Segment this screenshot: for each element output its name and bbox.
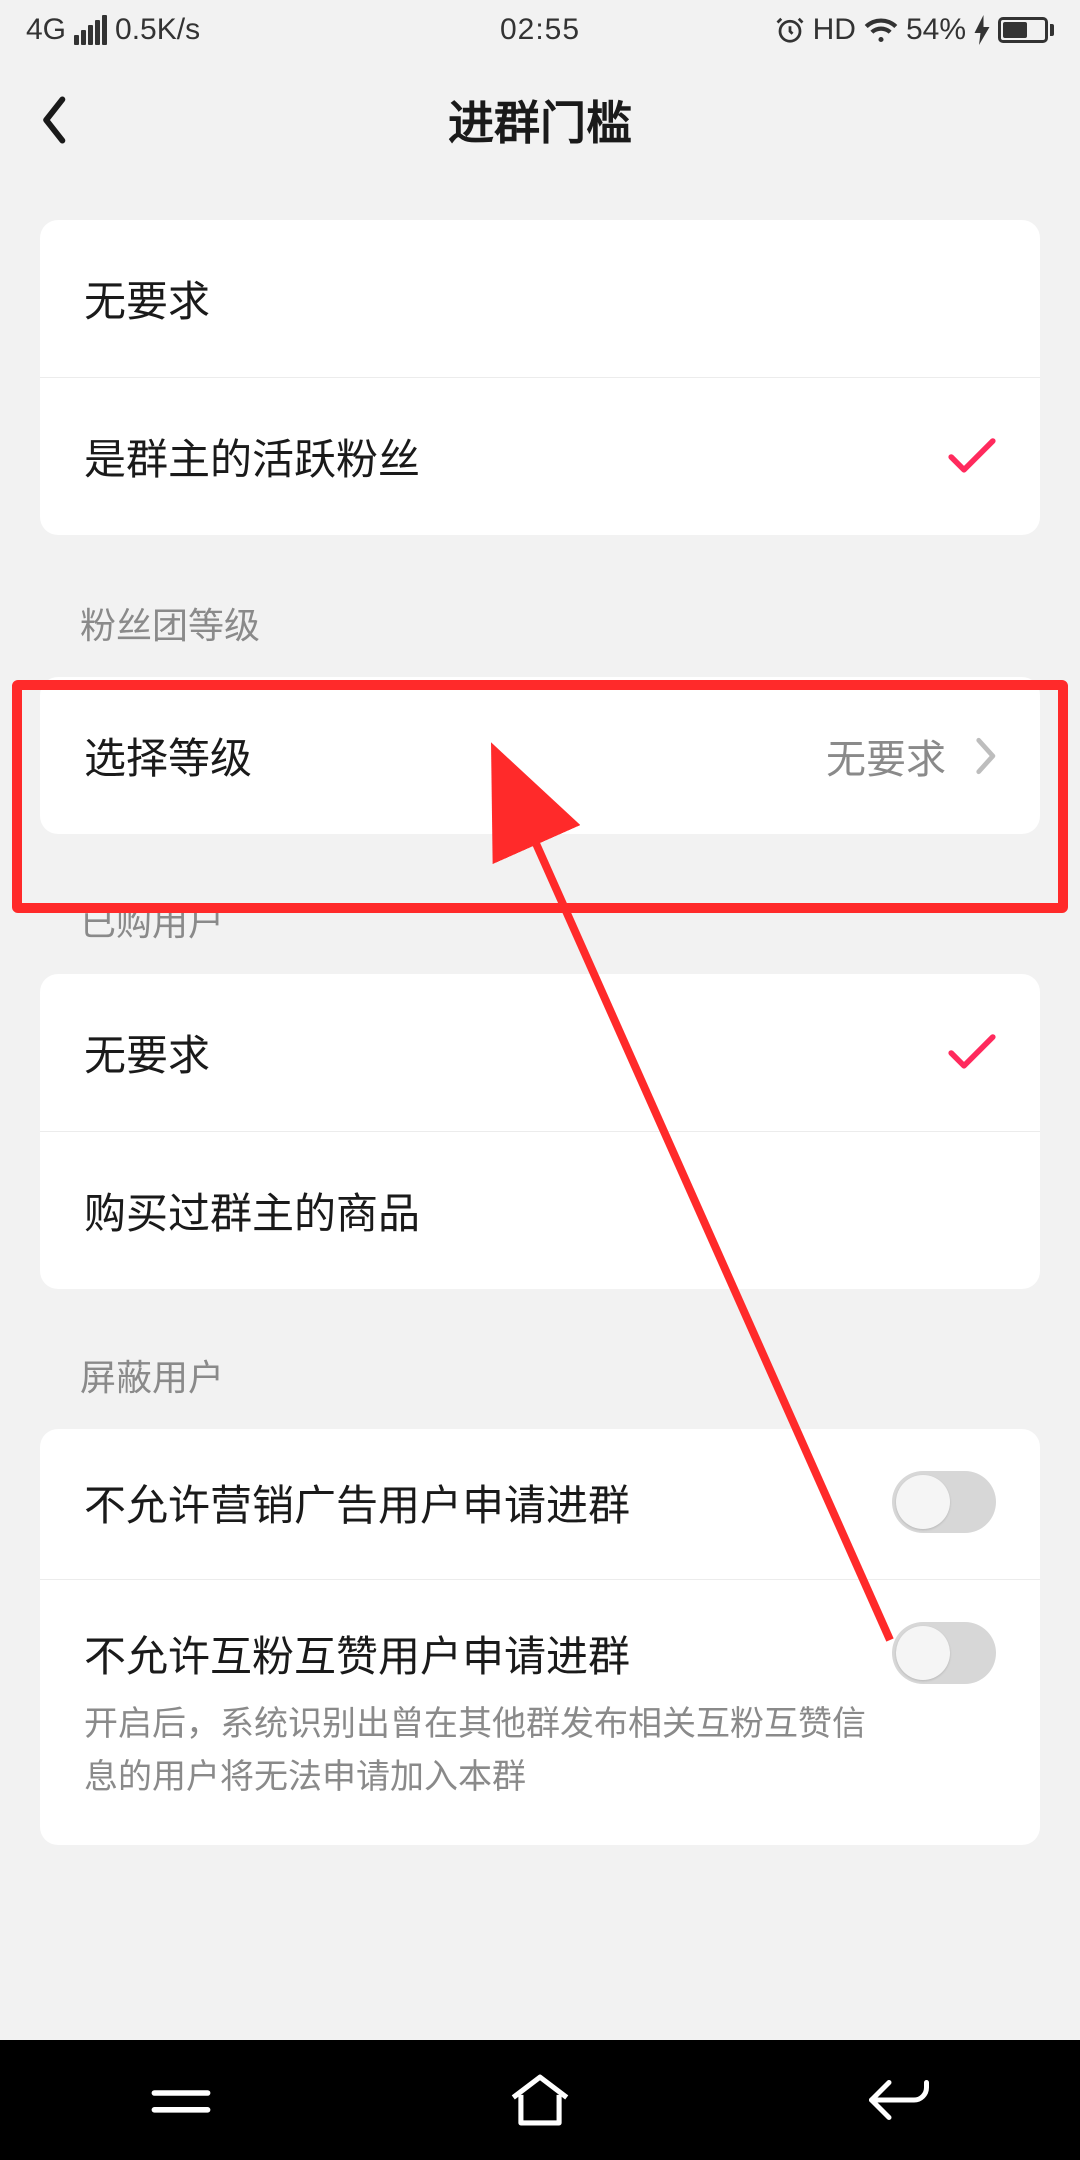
page-title: 进群门槛	[448, 87, 632, 153]
nav-back-icon[interactable]	[864, 2074, 934, 2126]
basic-card: 无要求 是群主的活跃粉丝	[40, 220, 1040, 535]
block-mutual-desc: 开启后，系统识别出曾在其他群发布相关互粉互赞信息的用户将无法申请加入本群	[84, 1698, 996, 1803]
hd-label: HD	[813, 13, 856, 47]
network-speed: 0.5K/s	[115, 13, 200, 47]
option-active-fan[interactable]: 是群主的活跃粉丝	[40, 377, 1040, 535]
option-label: 无要求	[84, 268, 210, 329]
status-right: HD 54%	[775, 13, 1054, 47]
select-level-label: 选择等级	[84, 725, 252, 786]
back-button[interactable]	[40, 95, 70, 145]
purchased-card: 无要求 购买过群主的商品	[40, 974, 1040, 1289]
section-label-blocked: 屏蔽用户	[40, 1289, 1040, 1429]
block-ads-row: 不允许营销广告用户申请进群	[40, 1429, 1040, 1579]
option-no-requirement[interactable]: 无要求	[40, 220, 1040, 377]
select-level-row[interactable]: 选择等级 无要求	[40, 677, 1040, 834]
checkmark-icon	[948, 1033, 996, 1073]
status-left: 4G 0.5K/s	[26, 13, 200, 47]
app-header: 进群门槛	[0, 60, 1080, 180]
section-label-fanlevel: 粉丝团等级	[40, 597, 1040, 677]
system-navbar	[0, 2040, 1080, 2160]
chevron-right-icon	[974, 737, 996, 775]
option-purchased-none[interactable]: 无要求	[40, 974, 1040, 1131]
nav-menu-icon[interactable]	[146, 2075, 216, 2125]
block-ads-switch[interactable]	[892, 1471, 996, 1533]
content: 无要求 是群主的活跃粉丝 粉丝团等级 选择等级 无要求 已购用户 无要求	[0, 180, 1080, 1845]
alarm-icon	[775, 15, 805, 45]
battery-icon	[998, 17, 1054, 43]
option-label: 是群主的活跃粉丝	[84, 426, 420, 487]
blocked-card: 不允许营销广告用户申请进群 不允许互粉互赞用户申请进群 开启后，系统识别出曾在其…	[40, 1429, 1040, 1845]
option-purchased-goods[interactable]: 购买过群主的商品	[40, 1131, 1040, 1289]
charging-icon	[974, 15, 990, 45]
network-type: 4G	[26, 13, 66, 47]
block-mutual-label: 不允许互粉互赞用户申请进群	[84, 1623, 630, 1684]
checkmark-icon	[948, 437, 996, 477]
block-mutual-switch[interactable]	[892, 1622, 996, 1684]
battery-percent: 54%	[906, 13, 966, 47]
signal-icon	[74, 15, 107, 45]
wifi-icon	[864, 15, 898, 45]
option-label: 购买过群主的商品	[84, 1180, 420, 1241]
select-level-value: 无要求	[826, 727, 946, 785]
nav-home-icon[interactable]	[508, 2072, 572, 2128]
section-label-purchased: 已购用户	[40, 834, 1040, 974]
block-mutual-row: 不允许互粉互赞用户申请进群 开启后，系统识别出曾在其他群发布相关互粉互赞信息的用…	[40, 1579, 1040, 1845]
fanlevel-card: 选择等级 无要求	[40, 677, 1040, 834]
status-time: 02:55	[500, 13, 580, 47]
block-ads-label: 不允许营销广告用户申请进群	[84, 1472, 630, 1533]
status-bar: 4G 0.5K/s 02:55 HD 54%	[0, 0, 1080, 60]
option-label: 无要求	[84, 1022, 210, 1083]
